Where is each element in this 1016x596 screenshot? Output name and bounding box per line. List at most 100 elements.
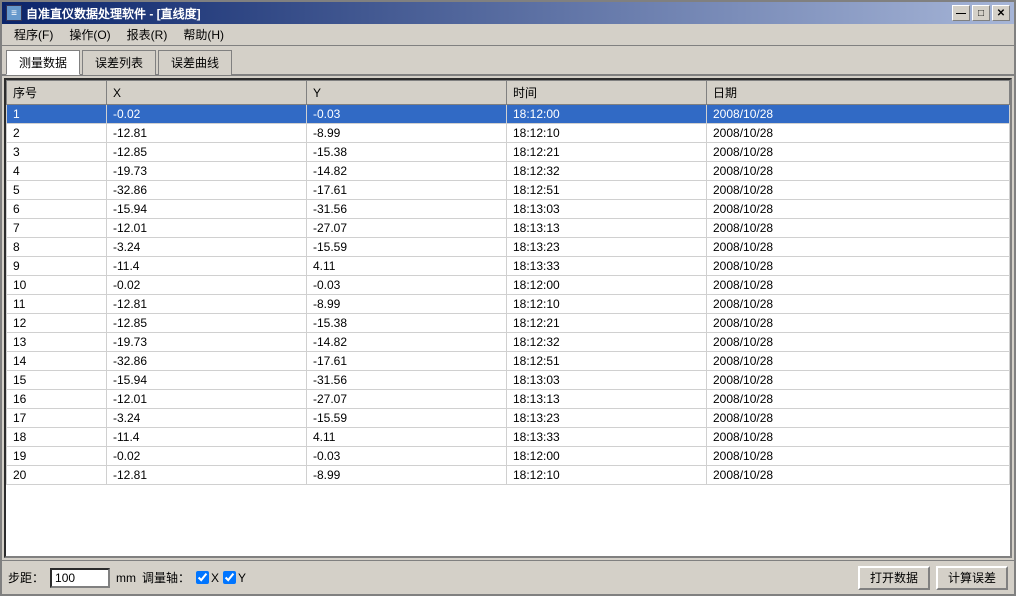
table-cell: 18:13:23 — [507, 238, 707, 257]
table-row[interactable]: 6-15.94-31.5618:13:032008/10/28 — [7, 200, 1010, 219]
table-cell: 18 — [7, 428, 107, 447]
table-cell: 18:13:23 — [507, 409, 707, 428]
data-table: 序号 X Y 时间 日期 1-0.02-0.0318:12:002008/10/… — [6, 80, 1010, 485]
header-y: Y — [307, 81, 507, 105]
menu-report[interactable]: 报表(R) — [119, 24, 176, 45]
table-row[interactable]: 11-12.81-8.9918:12:102008/10/28 — [7, 295, 1010, 314]
table-cell: 18:12:32 — [507, 162, 707, 181]
table-cell: -14.82 — [307, 162, 507, 181]
table-cell: 18:12:10 — [507, 466, 707, 485]
table-cell: -17.61 — [307, 352, 507, 371]
table-cell: 10 — [7, 276, 107, 295]
table-cell: 1 — [7, 105, 107, 124]
menu-help[interactable]: 帮助(H) — [175, 24, 232, 45]
table-cell: 4 — [7, 162, 107, 181]
table-cell: 2008/10/28 — [707, 352, 1010, 371]
header-time: 时间 — [507, 81, 707, 105]
minimize-button[interactable]: — — [952, 5, 970, 21]
table-cell: 9 — [7, 257, 107, 276]
table-cell: 13 — [7, 333, 107, 352]
checkbox-x-label: X — [211, 571, 219, 585]
table-cell: 7 — [7, 219, 107, 238]
menu-operation[interactable]: 操作(O) — [61, 24, 118, 45]
table-row[interactable]: 13-19.73-14.8218:12:322008/10/28 — [7, 333, 1010, 352]
table-cell: -12.85 — [107, 314, 307, 333]
table-cell: 2008/10/28 — [707, 390, 1010, 409]
table-cell: -8.99 — [307, 124, 507, 143]
close-button[interactable]: ✕ — [992, 5, 1010, 21]
tab-error-curve[interactable]: 误差曲线 — [158, 50, 232, 75]
header-x: X — [107, 81, 307, 105]
table-row[interactable]: 14-32.86-17.6118:12:512008/10/28 — [7, 352, 1010, 371]
table-row[interactable]: 15-15.94-31.5618:13:032008/10/28 — [7, 371, 1010, 390]
table-cell: 18:12:21 — [507, 314, 707, 333]
table-row[interactable]: 12-12.85-15.3818:12:212008/10/28 — [7, 314, 1010, 333]
table-row[interactable]: 2-12.81-8.9918:12:102008/10/28 — [7, 124, 1010, 143]
checkbox-x[interactable] — [196, 571, 209, 584]
table-cell: -27.07 — [307, 219, 507, 238]
checkbox-y[interactable] — [223, 571, 236, 584]
table-row[interactable]: 17-3.24-15.5918:13:232008/10/28 — [7, 409, 1010, 428]
table-cell: -12.01 — [107, 390, 307, 409]
table-cell: 8 — [7, 238, 107, 257]
table-row[interactable]: 1-0.02-0.0318:12:002008/10/28 — [7, 105, 1010, 124]
tab-error-list[interactable]: 误差列表 — [82, 50, 156, 75]
table-cell: 12 — [7, 314, 107, 333]
table-cell: -15.59 — [307, 238, 507, 257]
table-row[interactable]: 16-12.01-27.0718:13:132008/10/28 — [7, 390, 1010, 409]
table-cell: -11.4 — [107, 257, 307, 276]
table-cell: 2008/10/28 — [707, 333, 1010, 352]
table-cell: 18:12:10 — [507, 124, 707, 143]
table-row[interactable]: 10-0.02-0.0318:12:002008/10/28 — [7, 276, 1010, 295]
tab-measurement-data[interactable]: 测量数据 — [6, 50, 80, 75]
table-cell: 15 — [7, 371, 107, 390]
table-row[interactable]: 5-32.86-17.6118:12:512008/10/28 — [7, 181, 1010, 200]
table-row[interactable]: 8-3.24-15.5918:13:232008/10/28 — [7, 238, 1010, 257]
table-cell: 18:12:51 — [507, 181, 707, 200]
table-cell: -15.94 — [107, 200, 307, 219]
table-row[interactable]: 4-19.73-14.8218:12:322008/10/28 — [7, 162, 1010, 181]
maximize-button[interactable]: □ — [972, 5, 990, 21]
table-cell: -8.99 — [307, 295, 507, 314]
distance-input[interactable] — [50, 568, 110, 588]
main-window: ≡ 自准直仪数据处理软件 - [直线度] — □ ✕ 程序(F) 操作(O) 报… — [0, 0, 1016, 596]
table-cell: 2008/10/28 — [707, 409, 1010, 428]
distance-label: 步距： — [8, 569, 44, 586]
table-cell: -0.02 — [107, 447, 307, 466]
table-cell: -8.99 — [307, 466, 507, 485]
calc-error-button[interactable]: 计算误差 — [936, 566, 1008, 590]
table-cell: 18:13:03 — [507, 371, 707, 390]
table-cell: 4.11 — [307, 257, 507, 276]
table-row[interactable]: 19-0.02-0.0318:12:002008/10/28 — [7, 447, 1010, 466]
table-row[interactable]: 3-12.85-15.3818:12:212008/10/28 — [7, 143, 1010, 162]
table-row[interactable]: 7-12.01-27.0718:13:132008/10/28 — [7, 219, 1010, 238]
menu-program[interactable]: 程序(F) — [6, 24, 61, 45]
table-cell: 18:12:21 — [507, 143, 707, 162]
open-data-button[interactable]: 打开数据 — [858, 566, 930, 590]
table-cell: 2008/10/28 — [707, 295, 1010, 314]
table-cell: -12.81 — [107, 124, 307, 143]
table-cell: 18:12:00 — [507, 105, 707, 124]
table-row[interactable]: 9-11.44.1118:13:332008/10/28 — [7, 257, 1010, 276]
table-cell: -3.24 — [107, 409, 307, 428]
data-table-container[interactable]: 序号 X Y 时间 日期 1-0.02-0.0318:12:002008/10/… — [4, 78, 1012, 558]
table-cell: -0.03 — [307, 447, 507, 466]
header-date: 日期 — [707, 81, 1010, 105]
table-cell: 20 — [7, 466, 107, 485]
table-cell: 2008/10/28 — [707, 428, 1010, 447]
table-row[interactable]: 18-11.44.1118:13:332008/10/28 — [7, 428, 1010, 447]
table-cell: 18:12:10 — [507, 295, 707, 314]
table-cell: -19.73 — [107, 333, 307, 352]
table-cell: 2008/10/28 — [707, 162, 1010, 181]
table-cell: 18:12:32 — [507, 333, 707, 352]
table-cell: -15.38 — [307, 143, 507, 162]
axis-label: 调量轴： — [142, 569, 190, 586]
table-cell: -17.61 — [307, 181, 507, 200]
table-row[interactable]: 20-12.81-8.9918:12:102008/10/28 — [7, 466, 1010, 485]
axis-checkboxes: X Y — [196, 571, 246, 585]
table-cell: 2008/10/28 — [707, 181, 1010, 200]
table-cell: 18:13:13 — [507, 390, 707, 409]
table-cell: -12.01 — [107, 219, 307, 238]
table-cell: 6 — [7, 200, 107, 219]
table-cell: -14.82 — [307, 333, 507, 352]
